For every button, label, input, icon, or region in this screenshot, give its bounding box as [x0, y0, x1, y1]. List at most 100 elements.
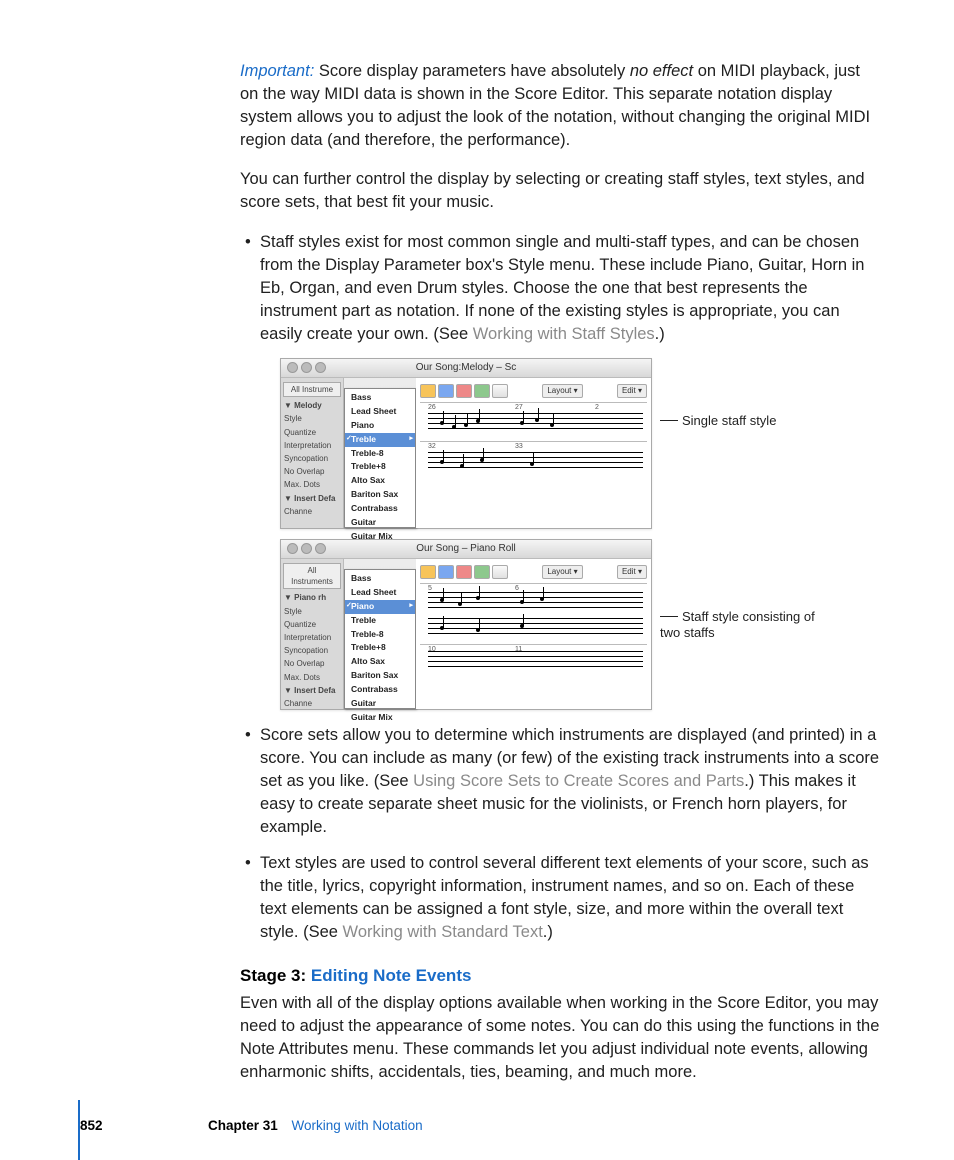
note-icon	[520, 421, 524, 425]
track-header[interactable]: ▼ Melody	[282, 399, 342, 412]
insert-defaults-header[interactable]: ▼ Insert Defa	[282, 684, 342, 697]
tool-button[interactable]	[456, 384, 472, 398]
stage3-heading: Stage 3: Editing Note Events	[240, 964, 882, 988]
page-number: 852	[80, 1117, 130, 1136]
tool-button[interactable]	[474, 384, 490, 398]
staff-lines	[428, 413, 643, 433]
link-standard-text[interactable]: Working with Standard Text	[343, 923, 543, 941]
window-title: Our Song – Piano Roll	[416, 542, 516, 556]
param-channel[interactable]: Channe	[282, 505, 342, 518]
tool-button[interactable]	[492, 384, 508, 398]
menu-item-bass[interactable]: Bass	[345, 391, 415, 405]
bullet3-tail: .)	[543, 923, 553, 941]
menu-item-bass[interactable]: Bass	[345, 572, 415, 586]
note-icon	[520, 624, 524, 628]
param-channel[interactable]: Channe	[282, 697, 342, 710]
stage-title[interactable]: Editing Note Events	[311, 966, 472, 985]
note-icon	[460, 464, 464, 468]
tool-button[interactable]	[420, 565, 436, 579]
bar-number: 32	[428, 442, 436, 452]
score-toolbar: Layout ▾ Edit ▾	[420, 384, 647, 398]
param-style[interactable]: Style	[282, 412, 342, 425]
score-area: Layout ▾ Edit ▾ 5 6	[416, 559, 651, 709]
traffic-lights	[287, 543, 326, 554]
menu-item-bariton-sax[interactable]: Bariton Sax	[345, 488, 415, 502]
menu-item-treble-plus8[interactable]: Treble+8	[345, 460, 415, 474]
menu-item-treble-minus8[interactable]: Treble-8	[345, 447, 415, 461]
insert-defaults-header[interactable]: ▼ Insert Defa	[282, 492, 342, 505]
menu-item-treble-minus8[interactable]: Treble-8	[345, 628, 415, 642]
param-quantize[interactable]: Quantize	[282, 426, 342, 439]
param-no-overlap[interactable]: No Overlap	[282, 657, 342, 670]
tool-button[interactable]	[492, 565, 508, 579]
screenshot-body: All Instrume ▼ Melody Style Quantize Int…	[281, 378, 651, 528]
control-paragraph: You can further control the display by s…	[240, 168, 882, 214]
menu-item-piano-selected[interactable]: Piano	[345, 600, 415, 614]
menu-item-contrabass[interactable]: Contrabass	[345, 502, 415, 516]
minimize-icon[interactable]	[301, 543, 312, 554]
tool-button[interactable]	[456, 565, 472, 579]
edit-menu[interactable]: Edit ▾	[617, 565, 647, 578]
score-area: Layout ▾ Edit ▾ 26 27 2	[416, 378, 651, 528]
note-icon	[476, 419, 480, 423]
param-syncopation[interactable]: Syncopation	[282, 452, 342, 465]
chapter-title: Working with Notation	[292, 1118, 423, 1133]
menu-item-treble-plus8[interactable]: Treble+8	[345, 641, 415, 655]
menu-item-alto-sax[interactable]: Alto Sax	[345, 655, 415, 669]
tool-button[interactable]	[438, 565, 454, 579]
param-quantize[interactable]: Quantize	[282, 618, 342, 631]
note-icon	[550, 423, 554, 427]
param-max-dots[interactable]: Max. Dots	[282, 671, 342, 684]
param-interpretation[interactable]: Interpretation	[282, 631, 342, 644]
param-syncopation[interactable]: Syncopation	[282, 644, 342, 657]
all-instruments-selector[interactable]: All Instrume	[283, 382, 341, 397]
param-style[interactable]: Style	[282, 605, 342, 618]
menu-item-lead-sheet[interactable]: Lead Sheet	[345, 586, 415, 600]
important-text-head: Score display parameters have absolutely	[319, 62, 630, 80]
note-icon	[440, 460, 444, 464]
close-icon[interactable]	[287, 362, 298, 373]
link-staff-styles[interactable]: Working with Staff Styles	[473, 325, 655, 343]
menu-item-treble[interactable]: Treble	[345, 614, 415, 628]
zoom-icon[interactable]	[315, 543, 326, 554]
layout-menu[interactable]: Layout ▾	[542, 565, 582, 578]
minimize-icon[interactable]	[301, 362, 312, 373]
menu-item-contrabass[interactable]: Contrabass	[345, 683, 415, 697]
tool-button[interactable]	[474, 565, 490, 579]
edit-menu[interactable]: Edit ▾	[617, 384, 647, 397]
menu-item-guitar[interactable]: Guitar	[345, 697, 415, 711]
note-icon	[476, 596, 480, 600]
menu-item-lead-sheet[interactable]: Lead Sheet	[345, 405, 415, 419]
figure2-row: Our Song – Piano Roll All Instruments ▼ …	[280, 539, 882, 710]
style-menu[interactable]: Bass Lead Sheet Piano Treble Treble-8 Tr…	[344, 388, 416, 528]
menu-item-guitar[interactable]: Guitar	[345, 516, 415, 530]
bar-number: 27	[515, 403, 523, 413]
menu-item-alto-sax[interactable]: Alto Sax	[345, 474, 415, 488]
important-paragraph: Important: Score display parameters have…	[240, 60, 882, 152]
param-no-overlap[interactable]: No Overlap	[282, 465, 342, 478]
menu-item-guitar-mix[interactable]: Guitar Mix	[345, 711, 415, 725]
all-instruments-selector[interactable]: All Instruments	[283, 563, 341, 589]
close-icon[interactable]	[287, 543, 298, 554]
callout-two-staffs: Staff style consisting of two staffs	[660, 609, 820, 642]
note-icon	[440, 421, 444, 425]
menu-item-bariton-sax[interactable]: Bariton Sax	[345, 669, 415, 683]
zoom-icon[interactable]	[315, 362, 326, 373]
note-icon	[452, 425, 456, 429]
param-interpretation[interactable]: Interpretation	[282, 439, 342, 452]
footer-chapter-group: Chapter 31 Working with Notation	[208, 1117, 423, 1136]
menu-item-treble-selected[interactable]: Treble	[345, 433, 415, 447]
menu-item-piano[interactable]: Piano	[345, 419, 415, 433]
tool-button[interactable]	[438, 384, 454, 398]
param-max-dots[interactable]: Max. Dots	[282, 478, 342, 491]
figure1-row: Our Song:Melody – Sc All Instrume ▼ Melo…	[280, 358, 882, 529]
note-icon	[458, 602, 462, 606]
tool-button[interactable]	[420, 384, 436, 398]
callout-single-staff: Single staff style	[660, 412, 776, 430]
style-menu[interactable]: Bass Lead Sheet Piano Treble Treble-8 Tr…	[344, 569, 416, 709]
layout-menu[interactable]: Layout ▾	[542, 384, 582, 397]
chapter-label: Chapter 31	[208, 1118, 278, 1133]
track-header[interactable]: ▼ Piano rh	[282, 591, 342, 604]
link-score-sets[interactable]: Using Score Sets to Create Scores and Pa…	[413, 772, 744, 790]
traffic-lights	[287, 362, 326, 373]
